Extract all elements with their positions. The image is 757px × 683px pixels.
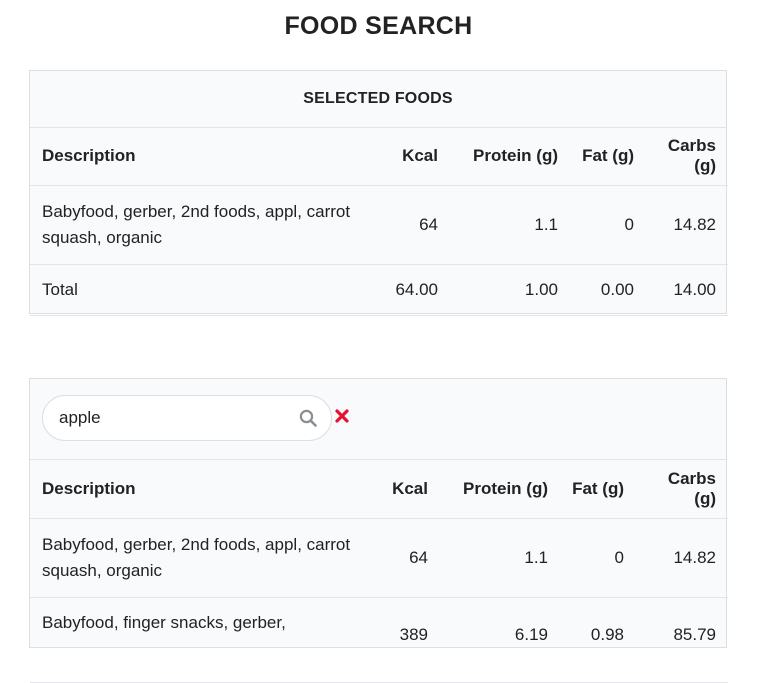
cell-kcal: 389 bbox=[370, 597, 440, 683]
total-kcal: 64.00 bbox=[370, 264, 450, 316]
column-header-protein: Protein (g) bbox=[450, 128, 570, 186]
cell-kcal: 64 bbox=[370, 185, 450, 265]
cell-fat: 0 bbox=[570, 185, 646, 265]
total-row: Total 64.00 1.00 0.00 14.00 bbox=[30, 264, 728, 316]
cell-carbs: 14.82 bbox=[646, 185, 728, 265]
cell-fat: 0 bbox=[560, 518, 636, 598]
total-carbs: 14.00 bbox=[646, 264, 728, 316]
column-header-fat: Fat (g) bbox=[560, 460, 636, 519]
page-title: FOOD SEARCH bbox=[284, 12, 473, 40]
column-header-carbs: Carbs (g) bbox=[646, 128, 728, 186]
column-header-description: Description bbox=[30, 128, 370, 186]
column-header-kcal: Kcal bbox=[370, 128, 450, 186]
table-row[interactable]: Babyfood, gerber, 2nd foods, appl, carro… bbox=[30, 518, 728, 598]
total-label: Total bbox=[30, 264, 370, 316]
cell-protein: 1.1 bbox=[440, 518, 560, 598]
search-box[interactable] bbox=[42, 395, 332, 441]
selected-foods-table: Description Kcal Protein (g) Fat (g) Car… bbox=[30, 128, 728, 316]
selected-foods-title: SELECTED FOODS bbox=[30, 71, 726, 128]
cell-description: Babyfood, gerber, 2nd foods, appl, carro… bbox=[30, 185, 370, 265]
total-protein: 1.00 bbox=[450, 264, 570, 316]
table-row[interactable]: Babyfood, finger snacks, gerber, 389 6.1… bbox=[30, 597, 728, 683]
column-header-protein: Protein (g) bbox=[440, 460, 560, 519]
cell-carbs: 85.79 bbox=[636, 597, 728, 683]
table-header-row: Description Kcal Protein (g) Fat (g) Car… bbox=[30, 460, 728, 519]
cell-carbs: 14.82 bbox=[636, 518, 728, 598]
column-header-kcal: Kcal bbox=[370, 460, 440, 519]
search-input[interactable] bbox=[59, 396, 279, 440]
cell-protein: 6.19 bbox=[440, 597, 560, 683]
search-icon[interactable] bbox=[299, 409, 317, 427]
column-header-carbs: Carbs (g) bbox=[636, 460, 728, 519]
total-fat: 0.00 bbox=[570, 264, 646, 316]
cell-description: Babyfood, finger snacks, gerber, bbox=[30, 597, 370, 683]
table-row[interactable]: Babyfood, gerber, 2nd foods, appl, carro… bbox=[30, 185, 728, 265]
cell-kcal: 64 bbox=[370, 518, 440, 598]
search-results-table: Description Kcal Protein (g) Fat (g) Car… bbox=[30, 460, 728, 683]
cell-description: Babyfood, gerber, 2nd foods, appl, carro… bbox=[30, 518, 370, 598]
search-results-card: Description Kcal Protein (g) Fat (g) Car… bbox=[29, 378, 728, 683]
close-icon[interactable] bbox=[335, 409, 349, 423]
selected-foods-card: SELECTED FOODS Description Kcal Protein … bbox=[29, 70, 728, 316]
table-header-row: Description Kcal Protein (g) Fat (g) Car… bbox=[30, 128, 728, 186]
search-bar bbox=[30, 379, 726, 460]
cell-protein: 1.1 bbox=[450, 185, 570, 265]
column-header-fat: Fat (g) bbox=[570, 128, 646, 186]
column-header-description: Description bbox=[30, 460, 370, 519]
cell-fat: 0.98 bbox=[560, 597, 636, 683]
